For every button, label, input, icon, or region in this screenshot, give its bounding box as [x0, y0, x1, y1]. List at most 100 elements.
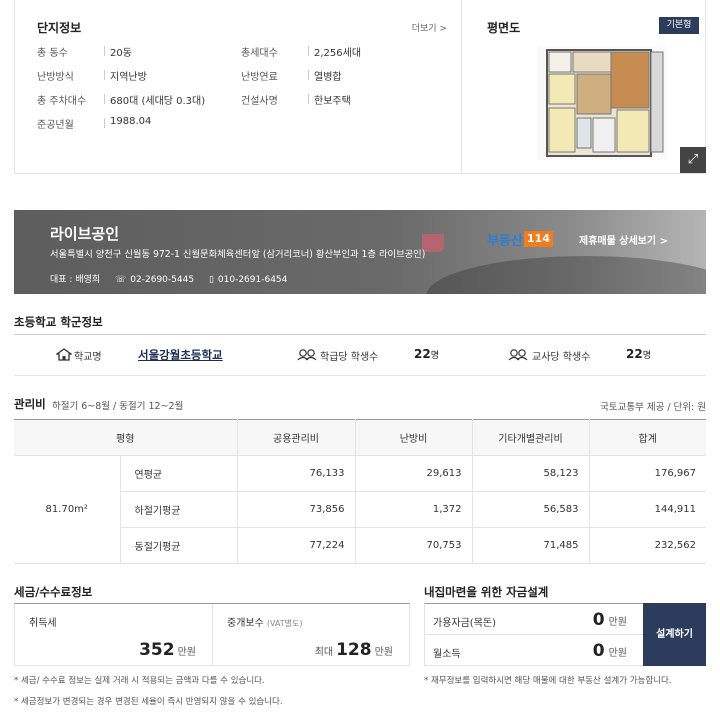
brokerage-fee-label: 중개보수 (VAT별도) — [227, 618, 303, 629]
table-cell: 176,967 — [589, 455, 706, 492]
acquisition-tax-cell: 취득세 352 만원 — [15, 604, 213, 666]
table-cell: 144,911 — [589, 491, 706, 528]
info-label: 준공년월 — [37, 120, 74, 131]
divider — [104, 46, 105, 56]
table-cell: 58,123 — [472, 455, 590, 492]
table-cell: 76,133 — [237, 455, 356, 492]
phone-icon: ☏ — [115, 275, 127, 285]
info-label: 난방연료 — [241, 72, 278, 83]
info-value: 한보주택 — [314, 96, 351, 107]
row-label: 동절기평균 — [120, 527, 238, 564]
brand-word: 부동산 — [487, 233, 523, 249]
income-label: 월소득 — [433, 649, 461, 660]
brand-number: 114 — [523, 231, 553, 247]
agent-address: 서울특별시 양천구 신월동 972-1 신월문화체육센터앞 (삼거리코너) 황산… — [50, 249, 426, 260]
table-cell: 232,562 — [589, 527, 706, 564]
table-cell: 70,753 — [355, 527, 473, 564]
table-cell: 73,856 — [237, 491, 356, 528]
fund-panel: 가용자금(목돈) 0 만원 월소득 0 만원 — [424, 603, 644, 666]
fee-table: 평형 공용관리비 난방비 기타개별관리비 합계 81.70m² 연평균 76,1… — [14, 419, 706, 564]
info-label: 건설사명 — [241, 96, 278, 107]
agent-mobile[interactable]: 010-2691-6454 — [218, 275, 287, 285]
per-teacher-label: 교사당 학생수 — [532, 352, 591, 363]
savings-value[interactable]: 0 만원 — [593, 610, 627, 630]
acquisition-tax-label: 취득세 — [29, 618, 57, 629]
school-info-row: 학교명 서울강월초등학교 학급당 학생수 22명 교사당 학생수 22명 — [14, 334, 706, 376]
per-class-label: 학급당 학생수 — [320, 352, 379, 363]
brokerage-fee-cell: 중개보수 (VAT별도) 최대 128 만원 — [213, 604, 409, 666]
fund-row-savings[interactable]: 가용자금(목돈) 0 만원 — [425, 604, 643, 635]
agent-phone[interactable]: 02-2690-5445 — [130, 275, 194, 285]
tax-section-title: 세금/수수료정보 — [14, 585, 93, 599]
divider — [308, 94, 309, 104]
banner-decoration — [426, 256, 706, 294]
col-header-total: 합계 — [589, 419, 706, 456]
tax-panel: 취득세 352 만원 중개보수 (VAT별도) 최대 128 만원 — [14, 603, 410, 666]
info-label: 난방방식 — [37, 72, 74, 83]
divider — [308, 46, 309, 56]
table-cell: 71,485 — [472, 527, 590, 564]
info-label: 총 주차대수 — [37, 96, 87, 107]
plan-button[interactable]: 설계하기 — [643, 603, 706, 666]
acquisition-tax-value: 352 만원 — [139, 640, 196, 660]
col-header-common: 공용관리비 — [237, 419, 356, 456]
floorplan-section: 평면도 기본형 ⤢ — [463, 0, 706, 173]
per-teacher-value: 22명 — [626, 347, 651, 361]
school-name-label: 학교명 — [74, 352, 102, 363]
brand-logo: 부동산 114 — [487, 230, 553, 249]
tax-note: * 세금/ 수수료 정보는 실제 거래 시 적용되는 금액과 다를 수 있습니다… — [14, 676, 265, 686]
classroom-icon — [297, 348, 317, 361]
table-cell: 29,613 — [355, 455, 473, 492]
school-icon — [56, 348, 72, 361]
row-label: 하절기평균 — [120, 491, 238, 528]
school-section-title: 초등학교 학군정보 — [14, 315, 103, 329]
col-header-area: 평형 — [14, 419, 238, 456]
tax-note: * 세금정보가 변경되는 경우 변경된 세율이 즉시 반영되지 않을 수 있습니… — [14, 697, 283, 707]
col-header-other: 기타개별관리비 — [472, 419, 590, 456]
partner-listing-link[interactable]: 제휴매물 상세보기 > — [579, 232, 668, 247]
agent-banner[interactable]: 라이브공인 서울특별시 양천구 신월동 972-1 신월문화체육센터앞 (삼거리… — [14, 210, 706, 294]
income-value[interactable]: 0 만원 — [593, 641, 627, 661]
agent-contact: 대표 : 배영희 ☏ 02-2690-5445 ▯ 010-2691-6454 — [50, 272, 299, 285]
fund-row-income[interactable]: 월소득 0 만원 — [425, 635, 643, 666]
fund-note: * 재무정보를 입력하시면 해당 매물에 대한 부동산 설계가 가능합니다. — [424, 676, 672, 686]
fee-season-note: 하절기 6~8월 / 동절기 12~2월 — [52, 401, 184, 412]
floorplan-title: 평면도 — [487, 21, 521, 35]
info-label: 총 동수 — [37, 48, 68, 59]
info-value: 2,256세대 — [314, 48, 362, 59]
agent-representative: 대표 : 배영희 — [50, 275, 101, 285]
teacher-icon — [508, 348, 528, 361]
info-value: 지역난방 — [110, 72, 147, 83]
agent-name: 라이브공인 — [50, 225, 120, 243]
table-cell: 56,583 — [472, 491, 590, 528]
table-cell: 1,372 — [355, 491, 473, 528]
info-value: 열병합 — [314, 72, 342, 83]
col-header-heating: 난방비 — [355, 419, 473, 456]
complex-info-title: 단지정보 — [37, 21, 82, 35]
table-row: 81.70m² 연평균 76,133 29,613 58,123 176,967 — [14, 455, 706, 564]
row-label: 연평균 — [120, 455, 238, 492]
school-name-link[interactable]: 서울강월초등학교 — [138, 347, 223, 363]
divider — [308, 70, 309, 80]
fund-section-title: 내집마련을 위한 자금설계 — [424, 585, 549, 599]
floorplan-type-button[interactable]: 기본형 — [659, 17, 699, 34]
brokerage-fee-value: 최대 128 만원 — [314, 640, 393, 660]
info-value: 1988.04 — [110, 116, 152, 127]
info-value: 20동 — [110, 48, 132, 59]
expand-icon[interactable]: ⤢ — [680, 147, 706, 173]
table-cell: 77,224 — [237, 527, 356, 564]
more-link[interactable]: 더보기 > — [412, 21, 447, 34]
divider — [104, 118, 105, 128]
complex-info-panel: 단지정보 더보기 > 총 동수 20동 총세대수 2,256세대 난방방식 지역… — [14, 0, 706, 174]
divider — [104, 70, 105, 80]
info-value: 680대 (세대당 0.3대) — [110, 96, 206, 107]
per-class-value: 22명 — [414, 347, 439, 361]
area-cell: 81.70m² — [14, 455, 121, 564]
fee-table-header: 평형 공용관리비 난방비 기타개별관리비 합계 — [14, 419, 706, 456]
fee-source: 국토교통부 제공 / 단위: 원 — [600, 402, 706, 413]
floorplan-image[interactable] — [537, 46, 667, 160]
complex-info-section: 단지정보 더보기 > 총 동수 20동 총세대수 2,256세대 난방방식 지역… — [15, 0, 462, 173]
divider — [104, 94, 105, 104]
savings-label: 가용자금(목돈) — [433, 618, 497, 629]
fee-section-title: 관리비 — [14, 397, 46, 411]
